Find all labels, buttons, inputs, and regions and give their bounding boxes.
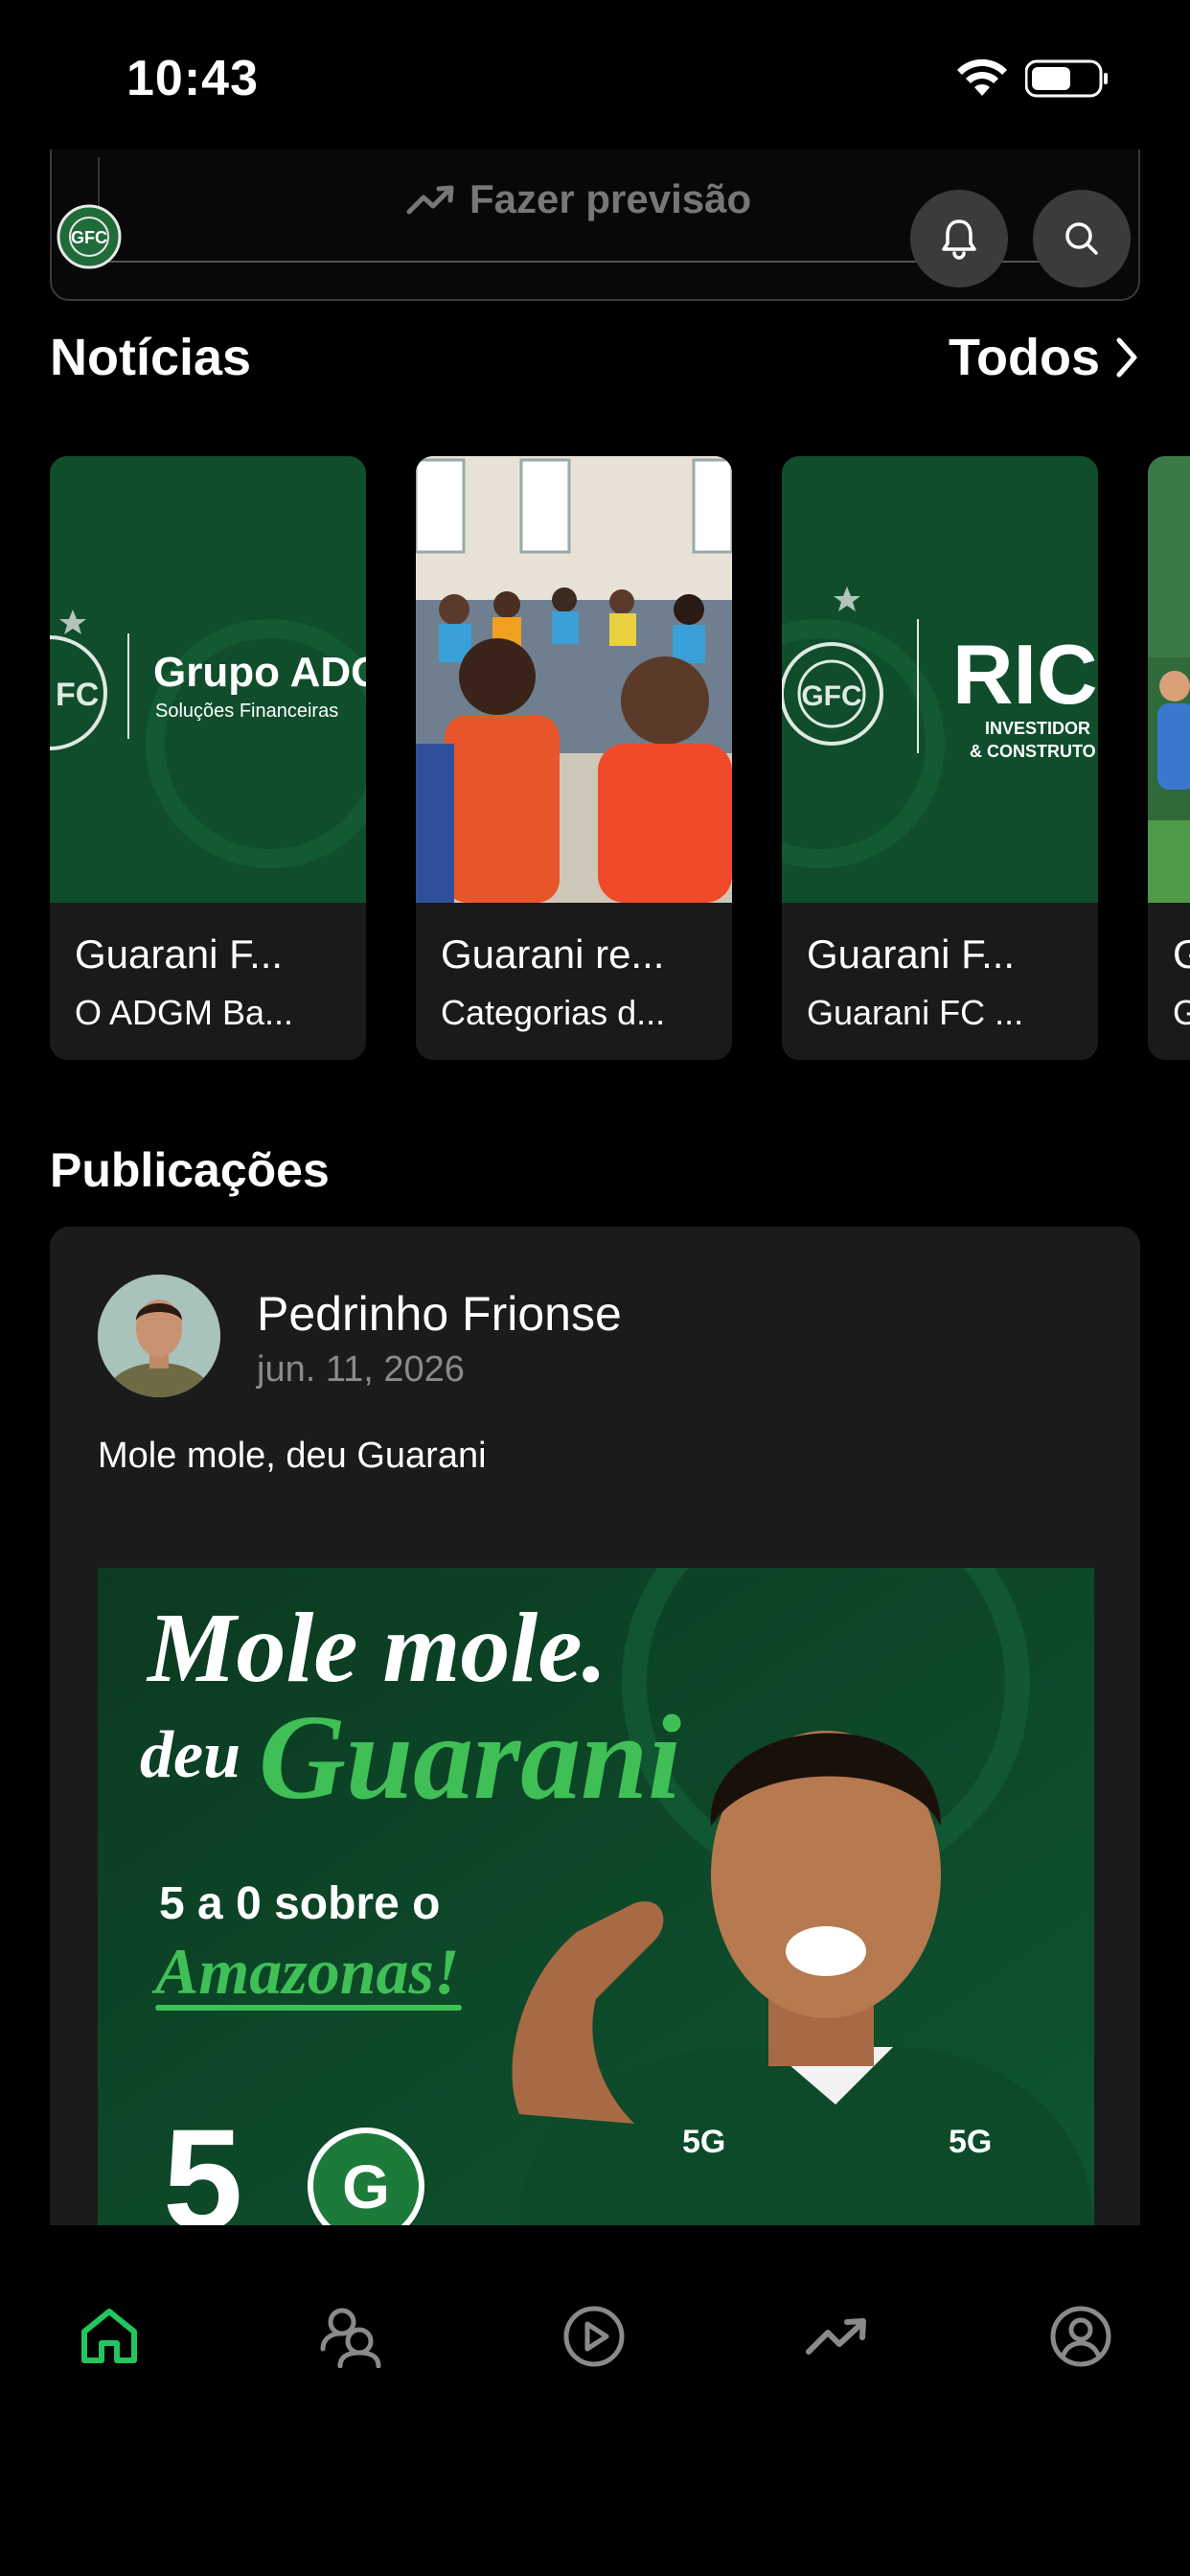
news-image [1148,456,1190,903]
club-logo[interactable]: GFC [56,203,123,270]
svg-text:deu: deu [140,1718,240,1792]
news-title: Guarani F... [807,932,1016,977]
svg-text:Mole mole.: Mole mole. [146,1593,606,1703]
news-card[interactable]: G G [1148,456,1190,1060]
status-time: 10:43 [126,51,259,106]
news-title: Guarani re... [441,932,665,977]
tab-predictions[interactable] [799,2298,876,2375]
news-title: G [1173,932,1190,977]
post-text: Mole mole, deu Guarani [98,1436,487,1476]
see-all-label: Todos [949,329,1100,386]
news-image [416,456,732,903]
avatar[interactable] [98,1275,220,1397]
home-icon [81,2309,137,2363]
news-section-title: Notícias [50,329,252,386]
svg-text:FC: FC [56,677,99,713]
post-image[interactable]: Mole mole. deu Guarani 5 a 0 sobre o Ama… [98,1568,1094,2233]
status-bar: 10:43 [0,0,1190,144]
profile-icon [1050,2306,1111,2367]
forecast-label: Fazer previsão [469,176,752,221]
forecast-button[interactable]: Fazer previsão [406,176,751,222]
svg-text:GFC: GFC [71,228,107,247]
tab-profile[interactable] [1042,2298,1119,2375]
wifi-icon [957,58,1007,96]
svg-text:Guarani: Guarani [259,1691,681,1825]
news-image: GFC RIC INVESTIDOR & CONSTRUTO [782,456,1098,903]
header-card: GFC Fazer previsão [50,150,1140,301]
news-subtitle: Categorias d... [441,993,666,1032]
news-subtitle: G [1173,993,1190,1032]
play-icon [563,2306,625,2367]
post-date: jun. 11, 2026 [257,1349,465,1390]
svg-text:RIC: RIC [952,627,1098,722]
svg-text:5: 5 [163,2099,242,2233]
svg-text:Grupo ADG: Grupo ADG [153,649,366,696]
chevron-right-icon [1116,337,1137,378]
bottom-tab-bar [0,2225,1190,2576]
svg-text:& CONSTRUTO: & CONSTRUTO [970,742,1096,761]
trending-icon [406,185,454,215]
svg-text:5G: 5G [682,2124,725,2160]
news-card[interactable]: Guarani re... Categorias d... [416,456,732,1060]
tab-home[interactable] [71,2298,148,2375]
svg-text:GFC: GFC [801,680,861,712]
svg-text:5G: 5G [949,2124,992,2160]
post-card[interactable]: Pedrinho Frionse jun. 11, 2026 Mole mole… [50,1227,1140,2233]
tab-community[interactable] [312,2298,389,2375]
trending-icon [806,2318,866,2355]
bell-icon [942,219,976,260]
search-icon [1065,222,1098,255]
svg-text:5 a 0 sobre o: 5 a 0 sobre o [159,1878,440,1929]
svg-text:Amazonas!: Amazonas! [151,1935,459,2008]
news-carousel[interactable]: FC Grupo ADG Soluções Financeiras Guaran… [50,456,1190,1060]
news-card[interactable]: GFC RIC INVESTIDOR & CONSTRUTO Guarani F… [782,456,1098,1060]
tab-videos[interactable] [556,2298,632,2375]
svg-text:INVESTIDOR: INVESTIDOR [985,719,1090,738]
news-subtitle: O ADGM Ba... [75,993,294,1032]
news-title: Guarani F... [75,932,284,977]
community-icon [320,2308,381,2368]
battery-icon [1025,59,1108,98]
svg-text:Soluções Financeiras: Soluções Financeiras [155,701,338,722]
news-card[interactable]: FC Grupo ADG Soluções Financeiras Guaran… [50,456,366,1060]
news-subtitle: Guarani FC ... [807,993,1024,1032]
news-image: FC Grupo ADG Soluções Financeiras [50,456,366,903]
search-button[interactable] [1033,190,1131,288]
svg-text:G: G [342,2152,390,2221]
posts-section-title: Publicações [50,1143,330,1197]
see-all-news-button[interactable]: Todos [949,328,1140,387]
post-author[interactable]: Pedrinho Frionse [257,1286,622,1342]
notifications-button[interactable] [910,190,1008,288]
